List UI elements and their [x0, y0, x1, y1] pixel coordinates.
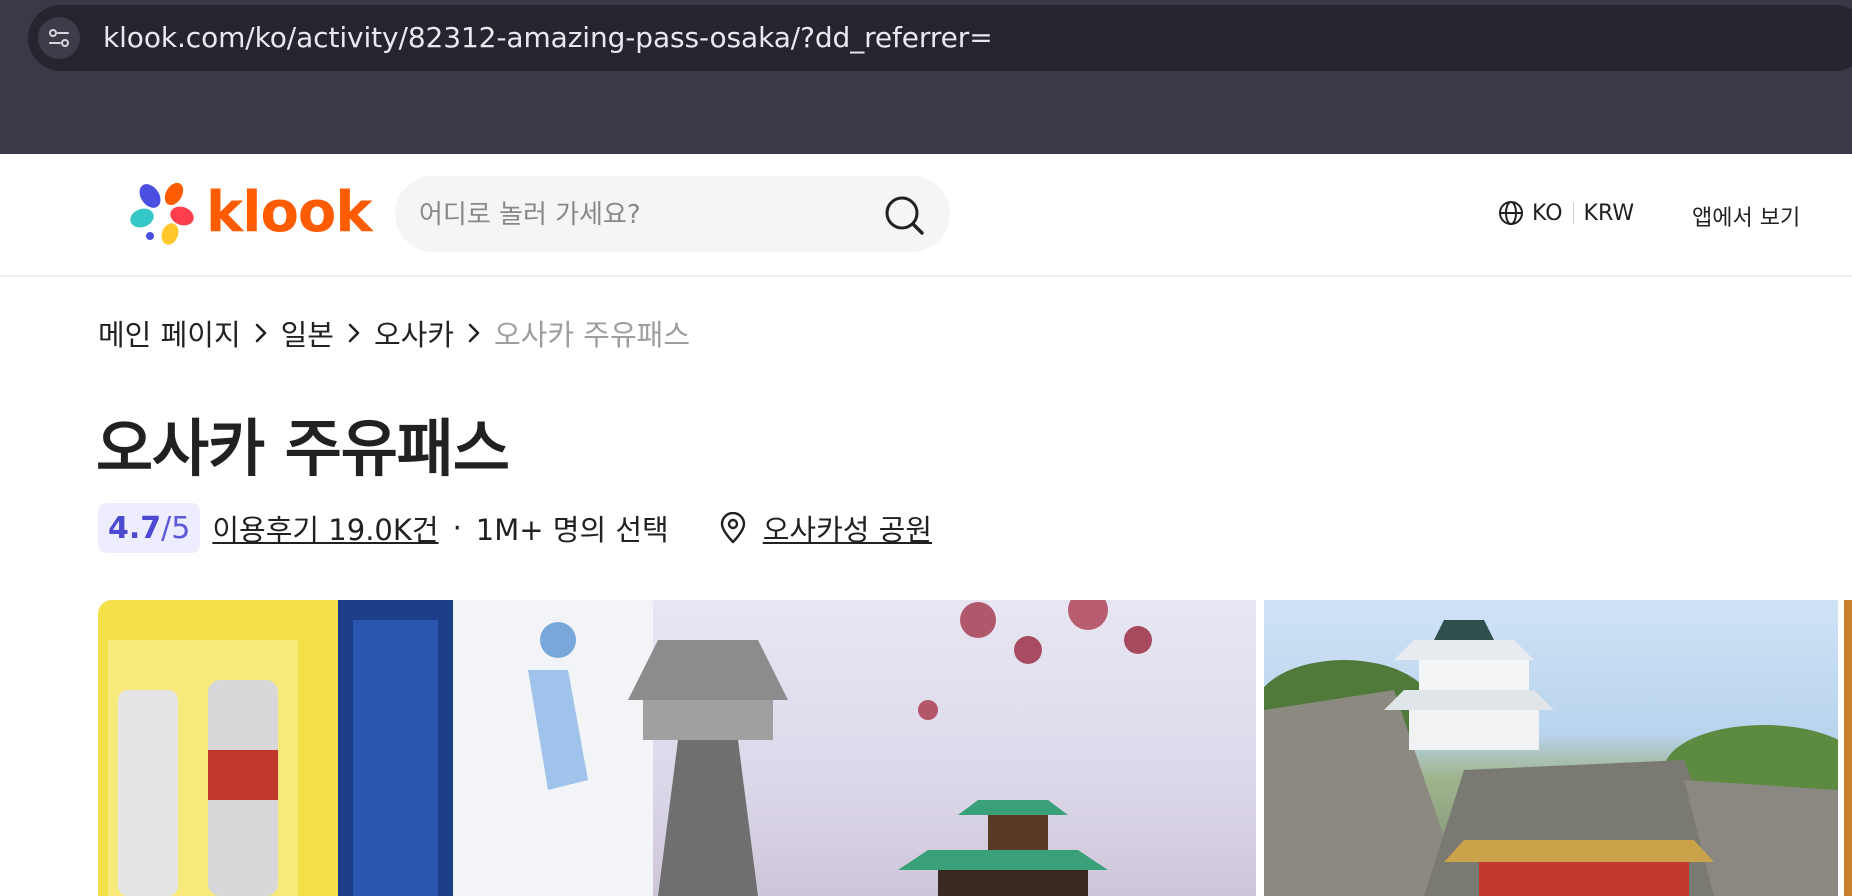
gallery-next-image-peek: [1844, 600, 1852, 896]
breadcrumb-japan[interactable]: 일본: [281, 312, 334, 354]
address-bar[interactable]: klook.com/ko/activity/82312-amazing-pass…: [28, 5, 1852, 71]
chevron-right-icon: [466, 321, 482, 345]
reviews-link[interactable]: 이용후기 19.0K건: [212, 507, 438, 549]
breadcrumb-current: 오사카 주유패스: [494, 318, 691, 352]
open-in-app-link[interactable]: 앱에서 보기: [1692, 200, 1800, 232]
chevron-right-icon: [253, 321, 269, 345]
breadcrumb: 메인 페이지 일본 오사카 오사카 주유패스: [98, 312, 690, 354]
search-input[interactable]: [417, 176, 871, 254]
tune-icon: [49, 29, 69, 47]
osaka-castle-image: [1264, 620, 1838, 896]
gallery-side-image[interactable]: [1264, 600, 1838, 896]
chevron-right-icon: [346, 321, 362, 345]
locale-divider: [1572, 202, 1574, 224]
klook-logo[interactable]: klook: [128, 180, 373, 246]
logo-wordmark: klook: [206, 180, 373, 245]
locale-selector[interactable]: KO KRW: [1498, 200, 1634, 226]
rating-score: 4.7: [108, 510, 162, 546]
osaka-collage-image: [98, 600, 1152, 896]
meta-separator: ·: [452, 511, 462, 545]
rating-badge: 4.7/5: [98, 503, 201, 553]
location-pin-icon: [719, 512, 747, 544]
locale-currency: KRW: [1583, 200, 1635, 226]
rating-denominator: /5: [161, 510, 191, 546]
breadcrumb-home[interactable]: 메인 페이지: [98, 312, 241, 354]
browser-chrome: klook.com/ko/activity/82312-amazing-pass…: [0, 0, 1852, 154]
site-header: klook KO KRW 앱에서 보기: [0, 154, 1852, 277]
location-link[interactable]: 오사카성 공원: [763, 507, 932, 549]
klook-logo-icon: [130, 182, 194, 245]
activity-meta: 4.7/5 이용후기 19.0K건 · 1M+ 명의 선택 오사카성 공원: [98, 502, 932, 554]
search-icon[interactable]: [883, 194, 925, 236]
booked-count: 1M+ 명의 선택: [475, 513, 669, 547]
search-bar[interactable]: [395, 176, 950, 254]
site-settings-button[interactable]: [38, 17, 80, 59]
page-title: 오사카 주유패스: [96, 412, 510, 485]
url-text[interactable]: klook.com/ko/activity/82312-amazing-pass…: [103, 21, 993, 54]
breadcrumb-osaka[interactable]: 오사카: [374, 312, 454, 354]
locale-language: KO: [1532, 200, 1563, 226]
gallery-main-image[interactable]: [98, 600, 1256, 896]
globe-icon: [1499, 201, 1523, 225]
